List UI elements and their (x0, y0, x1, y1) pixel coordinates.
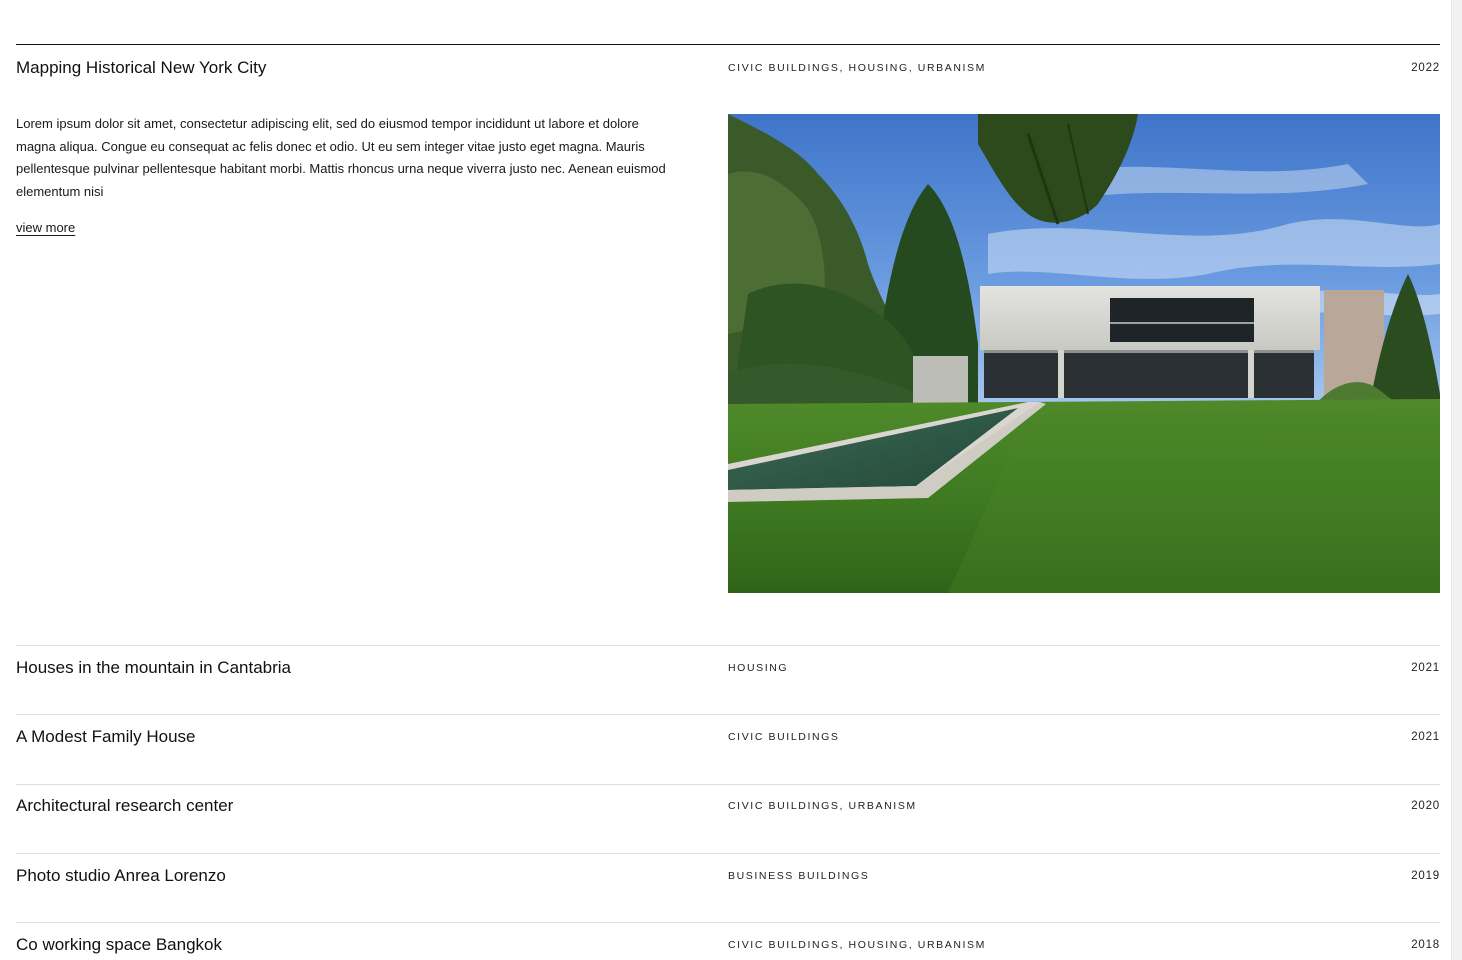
project-title[interactable]: Houses in the mountain in Cantabria (16, 656, 291, 680)
project-year: 2018 (1411, 939, 1440, 951)
project-year: 2020 (1411, 800, 1440, 812)
project-year: 2022 (1411, 62, 1440, 74)
project-row[interactable]: Photo studio Anrea Lorenzo BUSINESS BUIL… (16, 864, 1440, 888)
project-year: 2021 (1411, 731, 1440, 743)
project-image[interactable] (728, 114, 1440, 593)
project-tags: CIVIC BUILDINGS, URBANISM (728, 800, 917, 812)
project-title[interactable]: Photo studio Anrea Lorenzo (16, 864, 226, 888)
featured-project-header[interactable]: Mapping Historical New York City CIVIC B… (16, 56, 1440, 80)
top-divider (16, 44, 1440, 45)
project-year: 2019 (1411, 870, 1440, 882)
project-tags: BUSINESS BUILDINGS (728, 870, 870, 882)
project-row[interactable]: Houses in the mountain in Cantabria HOUS… (16, 656, 1440, 680)
project-tags: CIVIC BUILDINGS (728, 731, 840, 743)
project-title[interactable]: A Modest Family House (16, 725, 196, 749)
row-divider (16, 853, 1440, 854)
project-year: 2021 (1411, 662, 1440, 674)
project-description: Lorem ipsum dolor sit amet, consectetur … (16, 116, 666, 199)
project-title[interactable]: Co working space Bangkok (16, 933, 222, 957)
row-divider (16, 784, 1440, 785)
row-divider (16, 714, 1440, 715)
project-title[interactable]: Mapping Historical New York City (16, 56, 266, 80)
view-more-link[interactable]: view more (16, 218, 75, 238)
project-title[interactable]: Architectural research center (16, 794, 233, 818)
project-row[interactable]: Co working space Bangkok CIVIC BUILDINGS… (16, 933, 1440, 957)
project-row[interactable]: A Modest Family House CIVIC BUILDINGS 20… (16, 725, 1440, 749)
project-tags: CIVIC BUILDINGS, HOUSING, URBANISM (728, 939, 987, 951)
project-tags: CIVIC BUILDINGS, HOUSING, URBANISM (728, 62, 987, 74)
row-divider (16, 645, 1440, 646)
project-row[interactable]: Architectural research center CIVIC BUIL… (16, 794, 1440, 818)
row-divider (16, 922, 1440, 923)
scrollbar[interactable] (1451, 0, 1462, 960)
project-tags: HOUSING (728, 662, 789, 674)
